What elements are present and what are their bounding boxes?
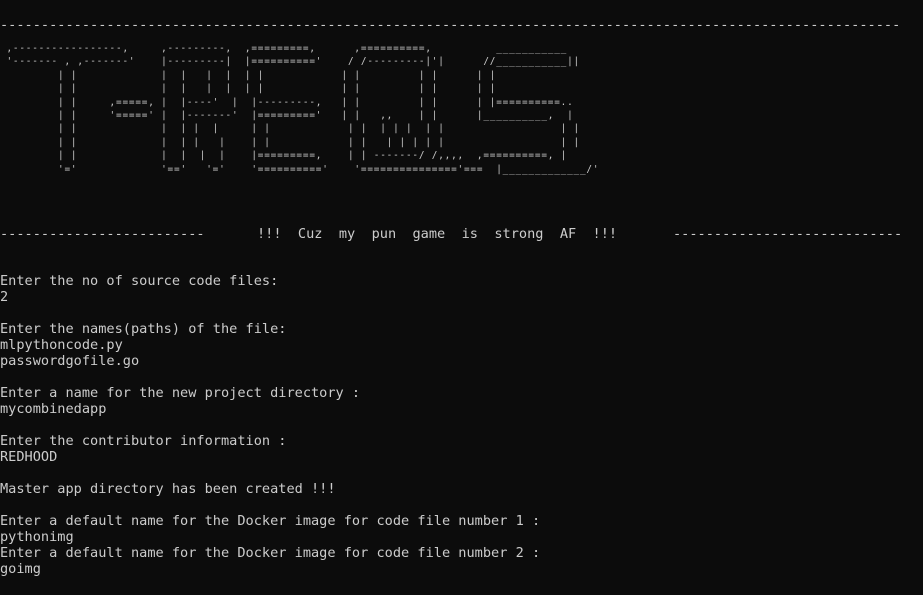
top-divider-rule: ----------------------------------------…	[0, 17, 901, 33]
prompt-contributor: Enter the contributor information :	[0, 433, 287, 449]
tagline-row: ------------------------- !!! Cuz my pun…	[0, 226, 923, 242]
answer-files-count: 2	[0, 289, 9, 305]
prompt-docker-image-2: Enter a default name for the Docker imag…	[0, 545, 541, 561]
tagline-left-rule: -------------------------	[0, 226, 205, 242]
terminal-window[interactable]: ----------------------------------------…	[0, 0, 923, 595]
status-directory-created: Master app directory has been created !!…	[0, 481, 336, 497]
prompt-files-count: Enter the no of source code files:	[0, 273, 279, 289]
tagline-right-rule: ----------------------------	[673, 226, 903, 242]
answer-docker-image-1: pythonimg	[0, 529, 74, 545]
banner-ascii-art: ,-----------------, ,---------, ,=======…	[6, 43, 600, 175]
answer-file-2: passwordgofile.go	[0, 353, 140, 369]
answer-file-1: mlpythoncode.py	[0, 337, 123, 353]
prompt-file-names: Enter the names(paths) of the file:	[0, 321, 287, 337]
tagline-text: !!! Cuz my pun game is strong AF !!!	[257, 226, 618, 242]
answer-project-dir: mycombinedapp	[0, 401, 107, 417]
prompt-project-dir: Enter a name for the new project directo…	[0, 385, 361, 401]
answer-docker-image-2: goimg	[0, 561, 41, 577]
answer-contributor: REDHOOD	[0, 449, 58, 465]
prompt-docker-image-1: Enter a default name for the Docker imag…	[0, 513, 541, 529]
